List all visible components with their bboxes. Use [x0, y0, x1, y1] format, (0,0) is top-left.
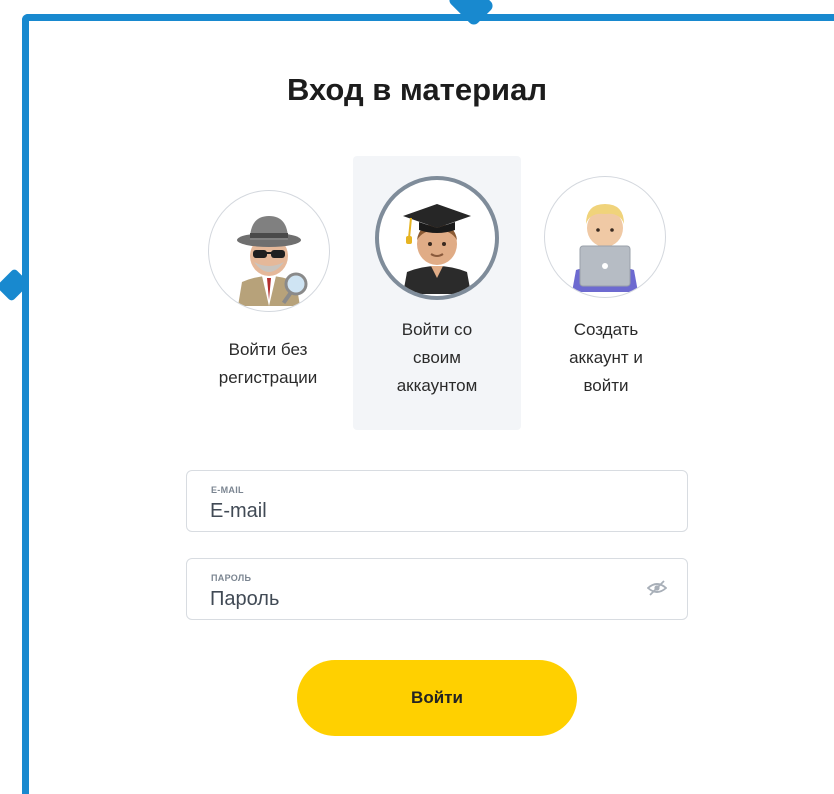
option-account-login[interactable]: Войти со своим аккаунтом — [353, 156, 521, 430]
student-icon — [375, 176, 499, 300]
option-label: Войти без регистрации — [218, 340, 318, 387]
option-label: Войти со своим аккаунтом — [396, 320, 478, 395]
option-register[interactable]: Создать аккаунт и войти — [536, 176, 676, 416]
option-label: Создать аккаунт и войти — [569, 320, 643, 395]
password-placeholder: Пароль — [210, 588, 280, 610]
email-field[interactable]: E-MAIL E-mail — [186, 470, 688, 532]
login-button[interactable]: Войти — [297, 660, 577, 736]
option-guest-login[interactable]: Войти без регистрации — [196, 180, 340, 420]
password-label: ПАРОЛЬ — [211, 573, 252, 583]
password-field[interactable]: ПАРОЛЬ Пароль — [186, 558, 688, 620]
email-label: E-MAIL — [211, 485, 244, 495]
detective-icon — [208, 190, 330, 312]
page-title: Вход в материал — [286, 72, 548, 107]
eye-off-icon[interactable] — [646, 580, 668, 601]
technologist-icon — [544, 176, 666, 298]
email-placeholder: E-mail — [210, 500, 267, 522]
